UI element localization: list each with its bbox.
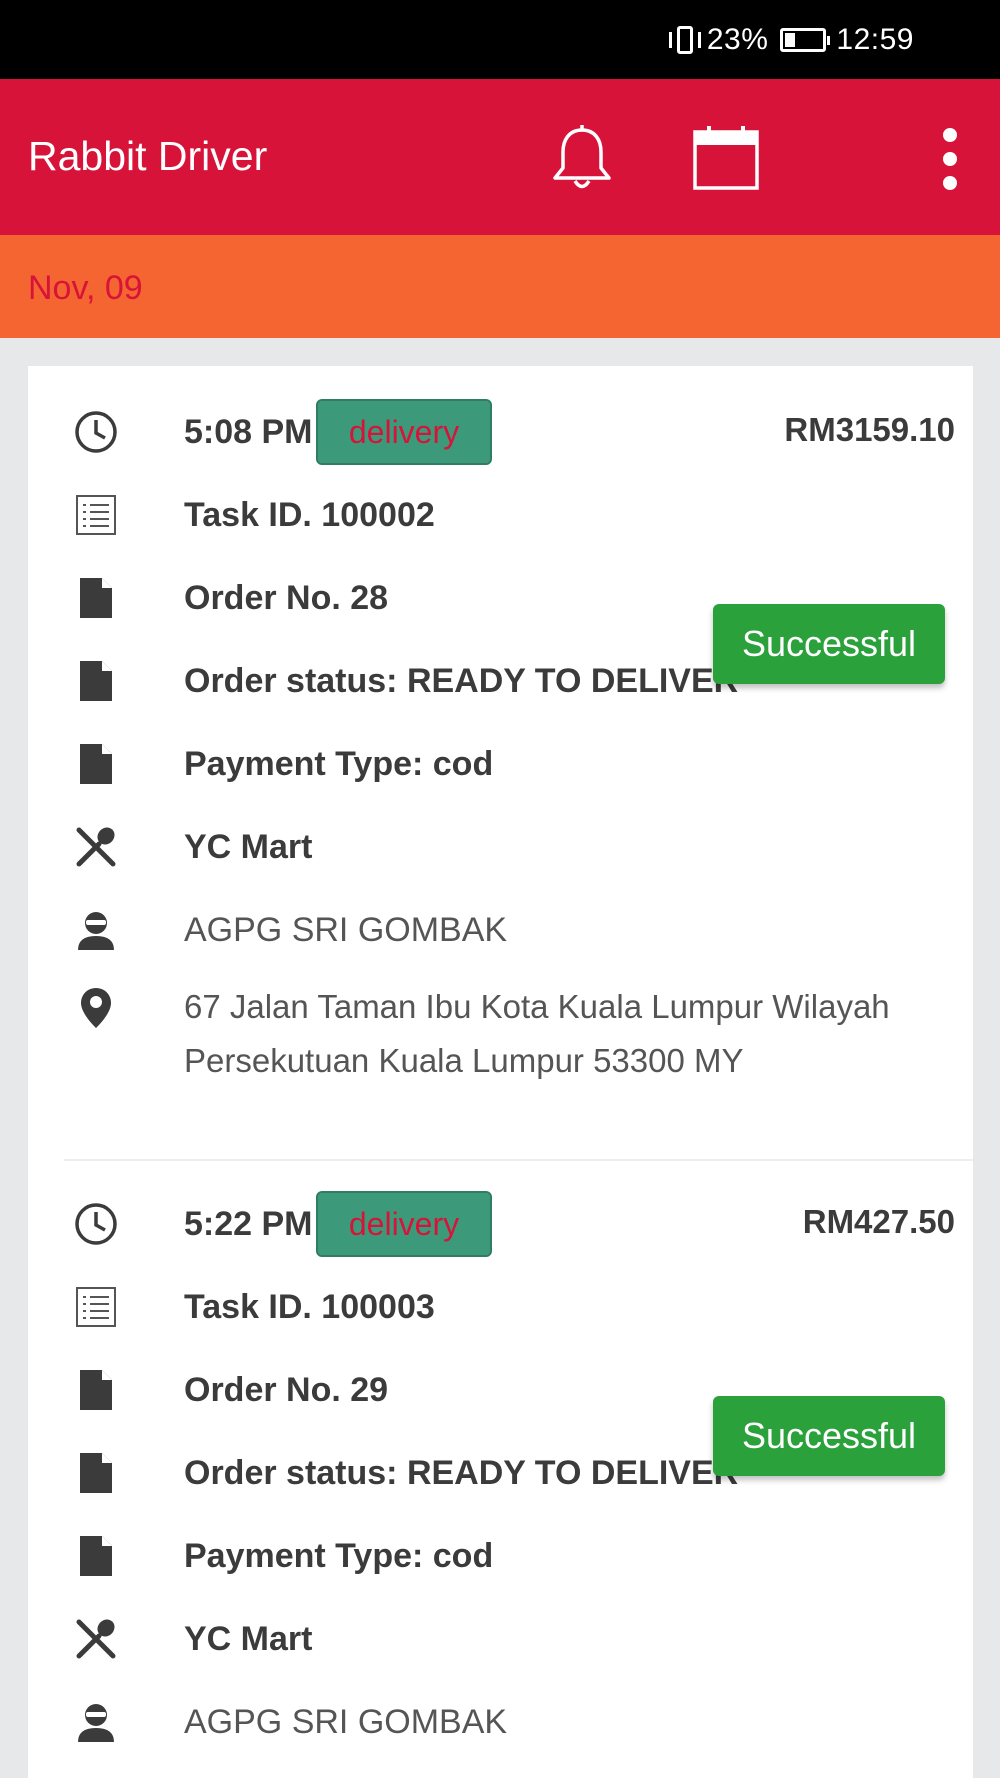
task-type-badge: delivery bbox=[316, 1191, 492, 1257]
customer-name: AGPG SRI GOMBAK bbox=[184, 1702, 508, 1741]
more-options-button[interactable] bbox=[910, 119, 990, 199]
app-bar: Rabbit Driver bbox=[0, 79, 1000, 235]
file-icon bbox=[68, 570, 124, 626]
list-icon bbox=[68, 487, 124, 543]
file-icon bbox=[68, 1528, 124, 1584]
battery-percent: 23% bbox=[706, 23, 769, 56]
battery-icon bbox=[780, 28, 831, 52]
more-vert-icon bbox=[943, 128, 957, 190]
bell-icon bbox=[553, 125, 611, 189]
merchant-name: YC Mart bbox=[184, 827, 313, 866]
order-number: Order No. 29 bbox=[184, 1370, 389, 1409]
payment-type: Payment Type: cod bbox=[184, 1536, 494, 1575]
clock: 12:59 bbox=[836, 23, 914, 56]
order-status: Order status: READY TO DELIVER bbox=[184, 1453, 739, 1492]
merchant-row: YC Mart bbox=[68, 817, 312, 877]
list-icon bbox=[68, 1279, 124, 1335]
order-status-row: Order status: READY TO DELIVER bbox=[68, 1443, 738, 1503]
merchant-row: YC Mart bbox=[68, 1609, 312, 1669]
task-item[interactable]: 5:22 PM delivery RM427.50 Task ID. 10000… bbox=[28, 1158, 973, 1778]
task-id-row: Task ID. 100002 bbox=[68, 485, 435, 545]
file-icon bbox=[68, 1362, 124, 1418]
customer-row: AGPG SRI GOMBAK bbox=[68, 900, 507, 960]
clock-icon bbox=[68, 404, 124, 460]
task-id: Task ID. 100003 bbox=[184, 1287, 435, 1326]
date-label: Nov, 09 bbox=[28, 269, 143, 307]
file-icon bbox=[68, 653, 124, 709]
task-time: 5:08 PM bbox=[184, 412, 313, 451]
successful-button[interactable]: Successful bbox=[713, 1396, 945, 1476]
task-id-row: Task ID. 100003 bbox=[68, 1277, 435, 1337]
order-no-row: Order No. 29 bbox=[68, 1360, 388, 1420]
clock-icon bbox=[68, 1196, 124, 1252]
customer-name: AGPG SRI GOMBAK bbox=[184, 910, 508, 949]
calendar-icon bbox=[693, 126, 759, 190]
time-row: 5:22 PM bbox=[68, 1194, 313, 1254]
person-icon bbox=[68, 902, 124, 958]
order-no-row: Order No. 28 bbox=[68, 568, 388, 628]
address-row bbox=[68, 978, 124, 1038]
task-amount: RM3159.10 bbox=[784, 411, 955, 448]
location-pin-icon bbox=[68, 980, 124, 1036]
order-status-row: Order status: READY TO DELIVER bbox=[68, 651, 738, 711]
customer-row: AGPG SRI GOMBAK bbox=[68, 1692, 507, 1752]
task-id: Task ID. 100002 bbox=[184, 495, 435, 534]
status-bar: 23% 12:59 bbox=[0, 0, 1000, 79]
restaurant-icon bbox=[68, 819, 124, 875]
time-row: 5:08 PM bbox=[68, 402, 313, 462]
payment-type: Payment Type: cod bbox=[184, 744, 494, 783]
app-title: Rabbit Driver bbox=[28, 133, 268, 179]
notifications-button[interactable] bbox=[542, 119, 622, 199]
vibrate-icon bbox=[667, 24, 705, 56]
successful-button[interactable]: Successful bbox=[713, 604, 945, 684]
payment-type-row: Payment Type: cod bbox=[68, 734, 493, 794]
task-list-card: 5:08 PM delivery RM3159.10 Task ID. 1000… bbox=[28, 366, 973, 1778]
order-status: Order status: READY TO DELIVER bbox=[184, 661, 739, 700]
file-icon bbox=[68, 1445, 124, 1501]
payment-type-row: Payment Type: cod bbox=[68, 1526, 493, 1586]
date-header: Nov, 09 bbox=[0, 235, 1000, 338]
calendar-button[interactable] bbox=[686, 119, 766, 199]
file-icon bbox=[68, 736, 124, 792]
task-item[interactable]: 5:08 PM delivery RM3159.10 Task ID. 1000… bbox=[28, 366, 973, 1156]
task-amount: RM427.50 bbox=[802, 1203, 955, 1240]
task-type-badge: delivery bbox=[316, 399, 492, 465]
merchant-name: YC Mart bbox=[184, 1619, 313, 1658]
order-number: Order No. 28 bbox=[184, 578, 389, 617]
task-time: 5:22 PM bbox=[184, 1204, 313, 1243]
person-icon bbox=[68, 1694, 124, 1750]
delivery-address: 67 Jalan Taman Ibu Kota Kuala Lumpur Wil… bbox=[184, 988, 890, 1079]
restaurant-icon bbox=[68, 1611, 124, 1667]
